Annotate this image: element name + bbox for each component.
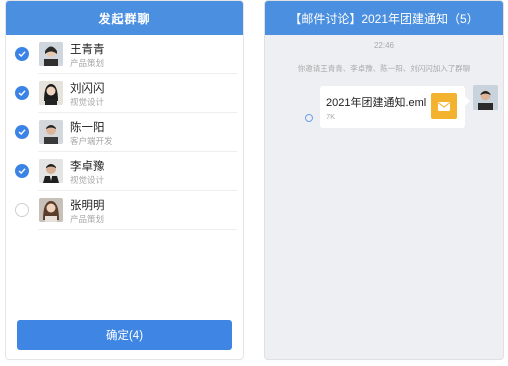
member-row[interactable]: 刘闪闪 视觉设计 — [6, 74, 243, 113]
member-row[interactable]: 陈一阳 客户端开发 — [6, 113, 243, 152]
member-name: 陈一阳 — [70, 122, 105, 134]
member-role: 客户端开发 — [70, 136, 113, 146]
read-status-icon — [305, 114, 313, 122]
member-role: 产品策划 — [70, 58, 105, 68]
member-name: 张明明 — [70, 200, 105, 212]
member-name: 王青青 — [70, 44, 105, 56]
chat-title: 【邮件讨论】2021年团建通知（5） — [265, 1, 503, 35]
member-row[interactable]: 李卓豫 视觉设计 — [6, 152, 243, 191]
member-row[interactable]: 张明明 产品策划 — [6, 191, 243, 230]
divider — [38, 229, 237, 230]
member-name: 刘闪闪 — [70, 83, 105, 95]
avatar[interactable] — [473, 85, 498, 110]
checked-icon[interactable] — [15, 125, 29, 139]
avatar — [39, 159, 63, 183]
avatar — [39, 120, 63, 144]
avatar — [39, 198, 63, 222]
checked-icon[interactable] — [15, 47, 29, 61]
file-message-card[interactable]: 2021年团建通知.eml 7K — [320, 86, 470, 128]
member-role: 产品策划 — [70, 214, 105, 224]
avatar — [39, 81, 63, 105]
avatar — [39, 42, 63, 66]
chat-panel: 【邮件讨论】2021年团建通知（5） 22:46 你邀请王青青、李卓豫、陈一阳、… — [264, 0, 504, 360]
create-group-title: 发起群聊 — [6, 1, 243, 35]
member-name: 李卓豫 — [70, 161, 105, 173]
checked-icon[interactable] — [15, 164, 29, 178]
confirm-button[interactable]: 确定(4) — [17, 320, 232, 350]
system-message: 你邀请王青青、李卓豫、陈一阳、刘闪闪加入了群聊 — [297, 64, 471, 73]
checked-icon[interactable] — [15, 86, 29, 100]
create-group-panel: 发起群聊 王青青 产品策划 刘闪闪 视觉设计 陈一阳 客户端开发 李卓豫 视觉设… — [5, 0, 244, 360]
member-role: 视觉设计 — [70, 175, 105, 185]
mail-icon — [431, 93, 457, 119]
file-size: 7K — [326, 112, 336, 121]
member-role: 视觉设计 — [70, 97, 105, 107]
member-row[interactable]: 王青青 产品策划 — [6, 35, 243, 74]
unchecked-icon[interactable] — [15, 203, 29, 217]
file-name: 2021年团建通知.eml — [326, 97, 427, 109]
message-timestamp: 22:46 — [373, 41, 395, 50]
